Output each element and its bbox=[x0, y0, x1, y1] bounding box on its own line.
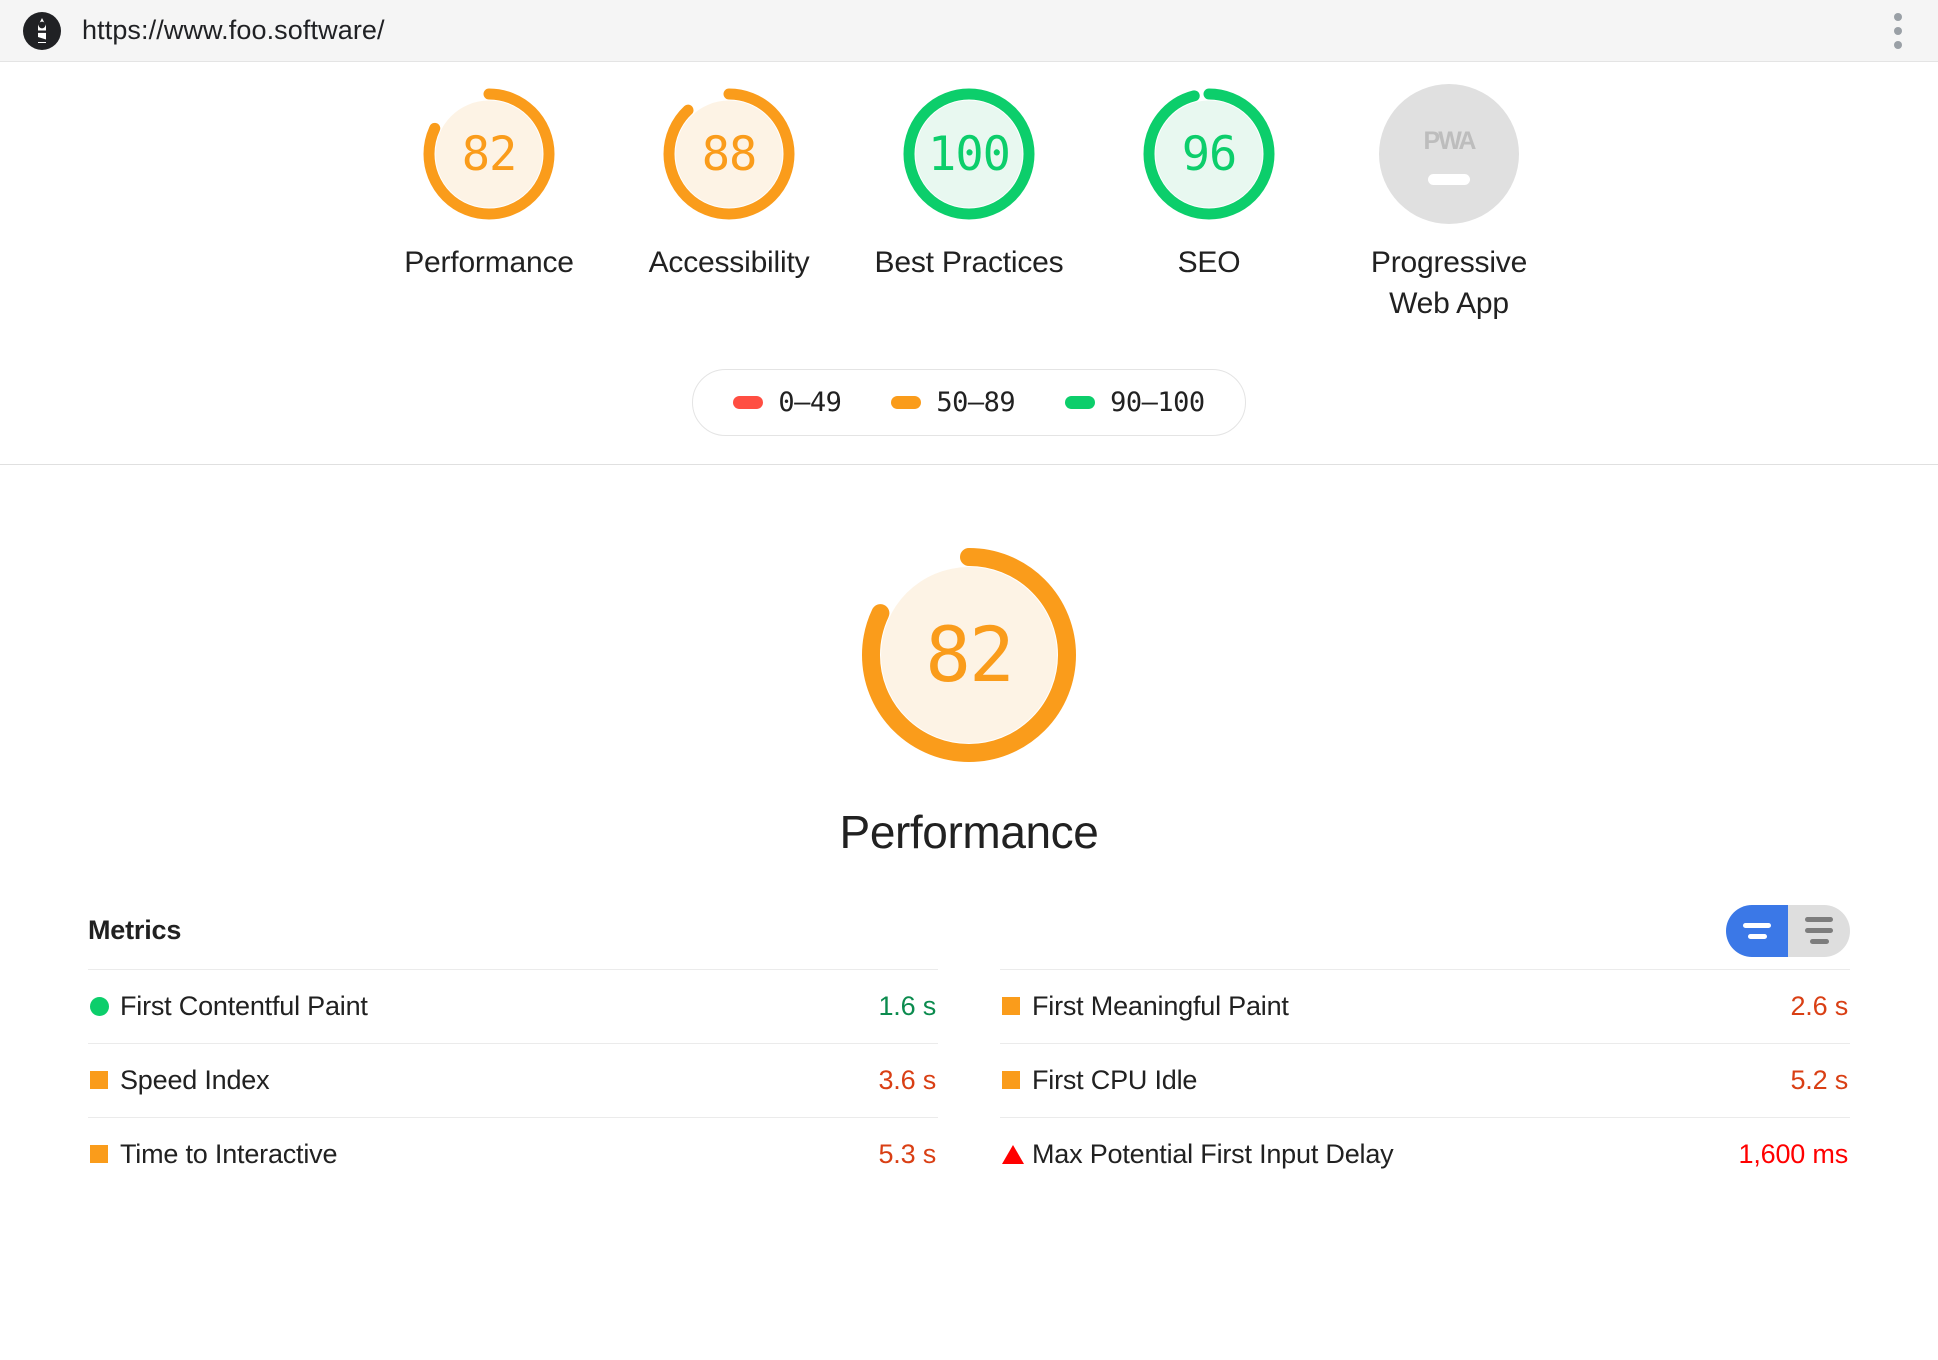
toggle-line-3 bbox=[1809, 939, 1829, 945]
scores-summary-section: 82 Performance 88 Accessibility 100 Best Pr… bbox=[0, 62, 1938, 465]
metrics-title: Metrics bbox=[88, 915, 182, 946]
legend-label: 90–100 bbox=[1110, 386, 1205, 418]
pwa-badge: PWA bbox=[1379, 84, 1519, 224]
toggle-line-2 bbox=[1805, 928, 1833, 934]
more-options-icon[interactable] bbox=[1886, 7, 1910, 55]
pwa-label: PWA bbox=[1423, 127, 1477, 155]
metric-status-marker bbox=[1002, 997, 1032, 1016]
score-gauge-seo[interactable]: 96 SEO bbox=[1089, 84, 1329, 283]
toggle-line-2 bbox=[1747, 933, 1767, 939]
legend-label: 50–89 bbox=[936, 386, 1016, 418]
metric-name: First Contentful Paint bbox=[120, 990, 368, 1021]
metric-name: First Meaningful Paint bbox=[1032, 990, 1289, 1021]
metric-row[interactable]: First Contentful Paint 1.6 s bbox=[88, 968, 938, 1043]
performance-gauge-score: 82 bbox=[925, 609, 1015, 699]
gauge-score-value: 100 bbox=[928, 126, 1011, 182]
score-gauge-performance[interactable]: 82 Performance bbox=[369, 84, 609, 283]
metric-status-marker bbox=[90, 1071, 120, 1090]
gauge-label: Accessibility bbox=[648, 246, 810, 279]
legend-swatch-icon bbox=[1065, 395, 1096, 409]
score-gauge-accessibility[interactable]: 88 Accessibility bbox=[609, 84, 849, 283]
gauge-score-value: 96 bbox=[1181, 126, 1238, 182]
status-square-icon bbox=[90, 1071, 108, 1090]
status-triangle-icon bbox=[1002, 1144, 1024, 1164]
metrics-view-toggle[interactable] bbox=[1726, 904, 1850, 957]
metric-status-marker bbox=[90, 1145, 120, 1164]
legend-item: 0–49 bbox=[733, 386, 842, 418]
toggle-expanded-view[interactable] bbox=[1788, 904, 1850, 957]
status-circle-icon bbox=[90, 996, 109, 1016]
status-square-icon bbox=[90, 1145, 108, 1164]
toggle-simple-view[interactable] bbox=[1726, 904, 1788, 957]
metric-row[interactable]: First Meaningful Paint 2.6 s bbox=[1000, 968, 1850, 1043]
gauge-label: Performance bbox=[404, 246, 574, 279]
gauge-arc: 88 bbox=[659, 84, 799, 224]
kebab-dot-1 bbox=[1894, 12, 1902, 21]
gauge-label: SEO bbox=[1177, 246, 1241, 279]
gauge-arc: 96 bbox=[1139, 84, 1279, 224]
legend-swatch-icon bbox=[891, 395, 922, 409]
metric-status-marker bbox=[90, 996, 120, 1016]
legend-swatch-icon bbox=[733, 395, 764, 409]
gauge-score-value: 88 bbox=[701, 126, 758, 182]
gauge-arc: 100 bbox=[899, 84, 1039, 224]
kebab-dot-3 bbox=[1894, 40, 1902, 49]
metric-name: Speed Index bbox=[120, 1064, 270, 1095]
metrics-header: Metrics bbox=[88, 904, 1850, 969]
metric-name: First CPU Idle bbox=[1032, 1064, 1198, 1095]
pwa-dash-icon bbox=[1428, 174, 1470, 185]
status-square-icon bbox=[1002, 1071, 1020, 1090]
metrics-section: Metrics First Contentful Paint 1.6 s First… bbox=[0, 904, 1938, 1191]
metrics-table: First Contentful Paint 1.6 s First Meaning… bbox=[88, 968, 1850, 1191]
score-gauge-progressive-web-app[interactable]: PWA Progressive Web App bbox=[1329, 84, 1569, 325]
gauge-score-value: 82 bbox=[461, 126, 518, 182]
legend-label: 0–49 bbox=[778, 386, 842, 418]
metric-status-marker bbox=[1002, 1071, 1032, 1090]
metric-value: 1.6 s bbox=[878, 990, 936, 1021]
metric-value: 5.2 s bbox=[1790, 1064, 1848, 1095]
gauge-label: Progressive Web App bbox=[1370, 246, 1528, 321]
metric-value: 1,600 ms bbox=[1738, 1138, 1849, 1169]
performance-big-gauge: 82 bbox=[855, 541, 1083, 769]
status-square-icon bbox=[1002, 997, 1020, 1016]
metric-status-marker bbox=[1002, 1144, 1032, 1164]
metric-name: Time to Interactive bbox=[120, 1138, 338, 1169]
metric-name: Max Potential First Input Delay bbox=[1032, 1138, 1394, 1169]
page-url[interactable]: https://www.foo.software/ bbox=[82, 15, 385, 46]
score-legend-row: 0–49 50–89 90–100 bbox=[0, 368, 1938, 436]
browser-header-bar: https://www.foo.software/ bbox=[0, 0, 1938, 62]
metric-row[interactable]: Max Potential First Input Delay 1,600 ms bbox=[1000, 1116, 1850, 1191]
kebab-dot-2 bbox=[1894, 26, 1902, 35]
lighthouse-logo-icon bbox=[23, 11, 61, 50]
performance-category-block: 82 Performance bbox=[0, 465, 1938, 859]
score-legend: 0–49 50–89 90–100 bbox=[692, 368, 1246, 436]
score-gauge-best-practices[interactable]: 100 Best Practices bbox=[849, 84, 1089, 283]
gauge-arc: 82 bbox=[419, 84, 559, 224]
performance-category-title: Performance bbox=[839, 805, 1099, 858]
toggle-line-1 bbox=[1743, 922, 1771, 928]
toggle-line-1 bbox=[1805, 917, 1833, 923]
metric-value: 5.3 s bbox=[878, 1138, 936, 1169]
metric-row[interactable]: First CPU Idle 5.2 s bbox=[1000, 1042, 1850, 1117]
metric-value: 2.6 s bbox=[1790, 990, 1848, 1021]
metric-row[interactable]: Speed Index 3.6 s bbox=[88, 1042, 938, 1117]
legend-item: 50–89 bbox=[891, 386, 1016, 418]
metric-value: 3.6 s bbox=[878, 1064, 936, 1095]
gauge-label: Best Practices bbox=[874, 246, 1064, 279]
score-gauge-list: 82 Performance 88 Accessibility 100 Best Pr… bbox=[0, 84, 1938, 325]
metric-row[interactable]: Time to Interactive 5.3 s bbox=[88, 1116, 938, 1191]
legend-item: 90–100 bbox=[1065, 387, 1205, 418]
